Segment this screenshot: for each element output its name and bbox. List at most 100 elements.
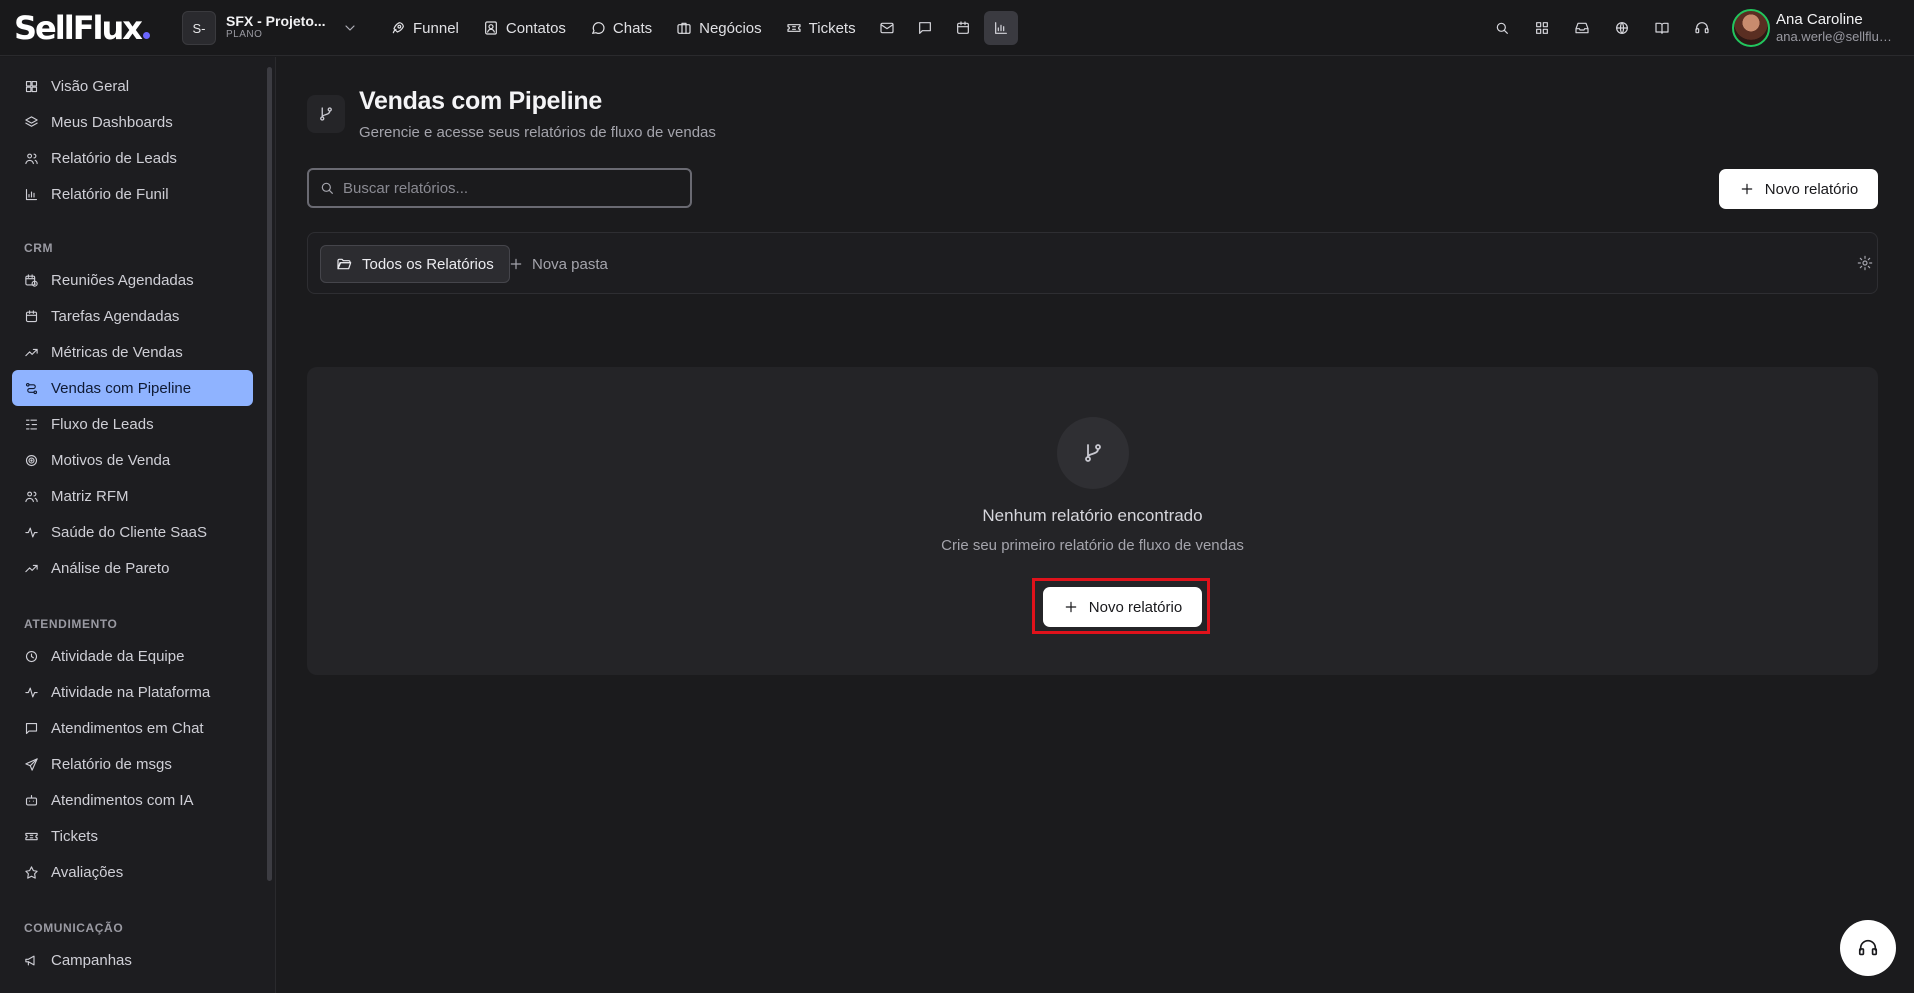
sidebar-item-reunioes[interactable]: Reuniões Agendadas [12,262,253,298]
apps-button[interactable] [1524,11,1560,45]
support-chat-button[interactable] [1840,920,1896,976]
project-name: SFX - Projeto... [226,13,326,29]
calendar-clock-icon [24,273,39,288]
nav-chats[interactable]: Chats [580,11,662,45]
new-report-button[interactable]: Novo relatório [1719,169,1878,209]
sidebar-item-label: Atendimentos com IA [51,791,194,809]
pipeline-icon [24,381,39,396]
page-icon [307,95,345,133]
new-folder-button[interactable]: Nova pasta [508,245,608,283]
sidebar-section-comunicacao: COMUNICAÇÃO [24,921,124,935]
sidebar-item-label: Atividade na Plataforma [51,683,211,701]
sidebar-item-label: Visão Geral [51,77,130,95]
ticket-icon [786,20,802,36]
activity-icon [24,525,39,540]
sidebar-item-label: Tickets [51,827,98,845]
empty-new-report-button[interactable]: Novo relatório [1043,587,1202,627]
sidebar-item-label: Motivos de Venda [51,451,171,469]
empty-new-report-label: Novo relatório [1088,598,1183,616]
nav-calendar-button[interactable] [946,11,980,45]
main-content: Vendas com Pipeline Gerencie e acesse se… [277,57,1914,993]
calendar-icon [24,309,39,324]
sidebar-item-label: Tarefas Agendadas [51,307,180,325]
rocket-icon [390,20,406,36]
globe-icon [1614,20,1630,36]
sidebar-item-vendas-pipeline[interactable]: Vendas com Pipeline [12,370,253,406]
folder-tab-all[interactable]: Todos os Relatórios [320,245,510,283]
empty-state-title: Nenhum relatório encontrado [982,506,1203,525]
sidebar-item-campanhas[interactable]: Campanhas [12,942,253,978]
help-button[interactable] [1684,11,1720,45]
global-search-button[interactable] [1484,11,1520,45]
project-switcher[interactable]: S- SFX - Projeto... PLANO [182,10,358,46]
nav-message-button[interactable] [908,11,942,45]
bar-chart-icon [993,20,1009,36]
sidebar-item-label: Avaliações [51,863,124,881]
sidebar-item-atividade-equipe[interactable]: Atividade da Equipe [12,638,253,674]
sidebar-item-label: Fluxo de Leads [51,415,154,433]
sidebar-item-tarefas[interactable]: Tarefas Agendadas [12,298,253,334]
message-icon [917,20,933,36]
sidebar-item-meus-dashboards[interactable]: Meus Dashboards [12,104,253,140]
sidebar-item-label: Atividade da Equipe [51,647,185,665]
chat-icon [590,20,606,36]
sellflux-logo[interactable]: SellFlux [14,8,150,48]
sidebar-item-atendimentos-ia[interactable]: Atendimentos com IA [12,782,253,818]
search-input[interactable] [343,179,663,197]
clock-icon [24,649,39,664]
top-bar: SellFlux S- SFX - Projeto... PLANO Funne… [0,0,1914,56]
empty-state-subtitle: Crie seu primeiro relatório de fluxo de … [941,537,1244,554]
sidebar-item-relatorio-msgs[interactable]: Relatório de msgs [12,746,253,782]
sidebar-item-label: Matriz RFM [51,487,129,505]
sidebar-item-fluxo-leads[interactable]: Fluxo de Leads [12,406,253,442]
nav-funnel[interactable]: Funnel [380,11,469,45]
star-icon [24,865,39,880]
bot-icon [24,793,39,808]
sidebar-item-motivos[interactable]: Motivos de Venda [12,442,253,478]
nav-tickets[interactable]: Tickets [776,11,866,45]
sidebar-scrollbar[interactable] [267,67,272,881]
nav-mail-button[interactable] [870,11,904,45]
sidebar-item-atendimentos-chat[interactable]: Atendimentos em Chat [12,710,253,746]
sidebar-item-label: Reuniões Agendadas [51,271,194,289]
user-menu[interactable]: Ana Caroline ana.werle@sellflux... [1732,8,1896,48]
layers-icon [24,115,39,130]
sidebar-item-matriz-rfm[interactable]: Matriz RFM [12,478,253,514]
target-icon [24,453,39,468]
sidebar-item-label: Relatório de Leads [51,149,177,167]
sidebar-item-tickets[interactable]: Tickets [12,818,253,854]
mail-icon [879,20,895,36]
nav-reports-button[interactable] [983,11,1018,45]
inbox-button[interactable] [1564,11,1600,45]
gear-icon[interactable] [1857,255,1873,271]
empty-state-icon [1057,417,1129,489]
sidebar-item-pareto[interactable]: Análise de Pareto [12,550,253,586]
sidebar-item-avaliacoes[interactable]: Avaliações [12,854,253,890]
sidebar-item-visao-geral[interactable]: Visão Geral [12,68,253,104]
sidebar-item-relatorio-leads[interactable]: Relatório de Leads [12,140,253,176]
chevron-down-icon [342,20,358,36]
sidebar-item-metricas[interactable]: Métricas de Vendas [12,334,253,370]
project-plan: PLANO [226,29,263,40]
sidebar: Visão Geral Meus Dashboards Relatório de… [0,57,276,993]
users-icon [24,151,39,166]
calendar-icon [955,20,971,36]
book-icon [1654,20,1670,36]
nav-negocios[interactable]: Negócios [666,11,772,45]
folders-bar: Todos os Relatórios Nova pasta [307,232,1878,294]
sidebar-item-label: Métricas de Vendas [51,343,183,361]
sidebar-item-saude-cliente[interactable]: Saúde do Cliente SaaS [12,514,253,550]
nav-contatos[interactable]: Contatos [473,11,576,45]
sidebar-item-relatorio-funil[interactable]: Relatório de Funil [12,176,253,212]
sidebar-item-label: Saúde do Cliente SaaS [51,523,207,541]
user-name: Ana Caroline [1776,11,1863,28]
nav-funnel-label: Funnel [413,19,459,37]
folder-open-icon [336,256,352,272]
docs-button[interactable] [1644,11,1680,45]
new-report-label: Novo relatório [1764,180,1859,198]
globe-button[interactable] [1604,11,1640,45]
sidebar-item-label: Análise de Pareto [51,559,170,577]
top-nav: Funnel Contatos Chats Negócios Tickets [380,10,1018,46]
nav-tickets-label: Tickets [808,19,856,37]
sidebar-item-atividade-plataforma[interactable]: Atividade na Plataforma [12,674,253,710]
